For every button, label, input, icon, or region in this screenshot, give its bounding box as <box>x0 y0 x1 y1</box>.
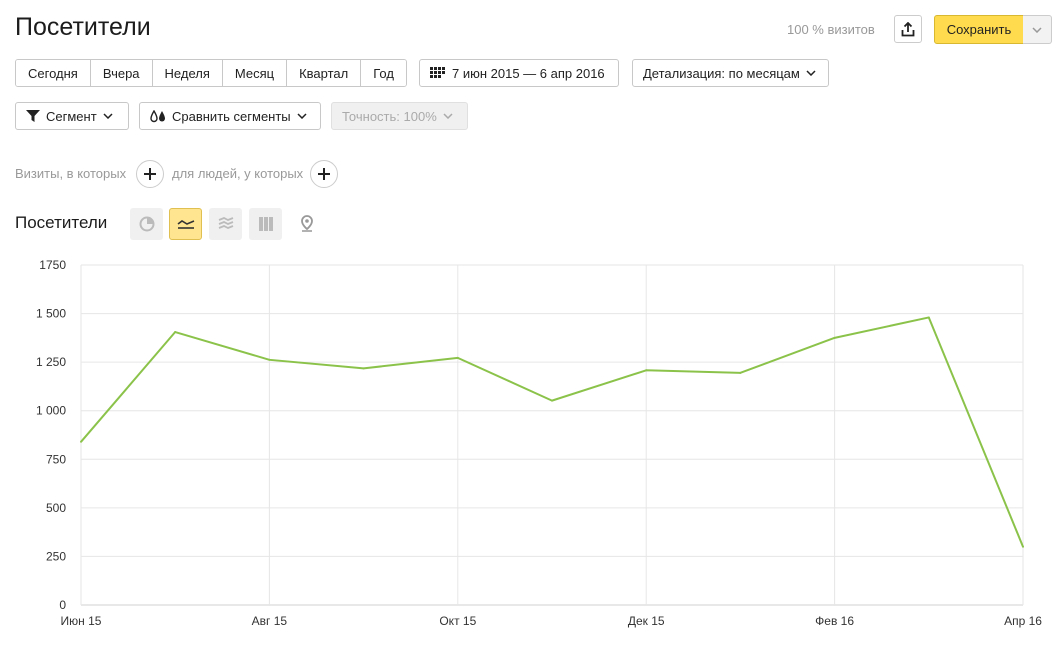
y-tick-label: 1 500 <box>36 307 66 321</box>
people-filter-label: для людей, у которых <box>172 166 304 181</box>
plus-icon <box>318 168 330 180</box>
compare-segments-dropdown[interactable]: Сравнить сегменты <box>139 102 321 130</box>
area-chart-icon <box>218 217 233 229</box>
save-options-button[interactable] <box>1023 15 1052 44</box>
accuracy-dropdown: Точность: 100% <box>331 102 468 130</box>
chevron-down-icon <box>1032 26 1042 33</box>
pie-chart-icon <box>139 216 154 232</box>
y-tick-label: 1 000 <box>36 404 66 418</box>
period-year[interactable]: Год <box>361 60 406 86</box>
data-point <box>362 367 365 370</box>
page-title: Посетители <box>15 13 151 41</box>
y-tick-label: 0 <box>59 598 66 612</box>
export-icon <box>901 21 915 36</box>
chevron-down-icon <box>297 113 307 119</box>
save-button[interactable]: Сохранить <box>934 15 1024 44</box>
y-tick-label: 750 <box>46 452 66 466</box>
map-pin-icon <box>300 215 313 232</box>
y-tick-label: 500 <box>46 501 66 515</box>
view-map-button[interactable] <box>290 208 323 240</box>
y-tick-label: 1750 <box>39 258 66 272</box>
add-visit-condition-button[interactable] <box>136 160 164 188</box>
chevron-down-icon <box>103 113 113 119</box>
y-tick-label: 250 <box>46 549 66 563</box>
data-point <box>1022 545 1024 548</box>
period-yesterday[interactable]: Вчера <box>90 60 153 86</box>
visits-percent: 100 % визитов <box>787 22 875 37</box>
chevron-down-icon <box>806 70 816 76</box>
period-today[interactable]: Сегодня <box>16 60 91 86</box>
data-point <box>456 356 459 359</box>
date-range-button[interactable]: 7 июн 2015 — 6 апр 2016 <box>419 59 619 87</box>
series-line <box>80 316 1024 548</box>
view-bar-button[interactable] <box>249 208 282 240</box>
period-month[interactable]: Месяц <box>222 60 288 86</box>
x-tick-label: Апр 16 <box>1004 614 1042 628</box>
add-people-condition-button[interactable] <box>310 160 338 188</box>
period-selector: Сегодня Вчера Неделя Месяц Квартал Год <box>15 59 407 87</box>
period-week[interactable]: Неделя <box>152 60 223 86</box>
x-tick-label: Июн 15 <box>61 614 102 628</box>
x-tick-label: Авг 15 <box>252 614 288 628</box>
x-tick-label: Фев 16 <box>815 614 854 628</box>
detail-dropdown[interactable]: Детализация: по месяцам <box>632 59 829 87</box>
x-tick-label: Дек 15 <box>628 614 665 628</box>
calendar-icon <box>430 67 445 78</box>
filter-icon <box>26 110 40 122</box>
compare-label: Сравнить сегменты <box>172 108 291 124</box>
segment-label: Сегмент <box>46 108 97 124</box>
export-button[interactable] <box>894 15 922 43</box>
visits-filter-label: Визиты, в которых <box>15 166 127 181</box>
view-line-button[interactable] <box>169 208 202 240</box>
data-point <box>80 440 82 443</box>
data-point <box>551 399 553 402</box>
data-point <box>174 331 177 334</box>
data-point <box>833 336 836 339</box>
accuracy-label: Точность: 100% <box>342 108 437 124</box>
detail-label: Детализация: по месяцам <box>643 65 800 81</box>
data-point <box>927 316 930 319</box>
bar-chart-icon <box>258 217 273 231</box>
drops-icon <box>150 109 165 122</box>
period-quarter[interactable]: Квартал <box>287 60 362 86</box>
line-chart-icon <box>177 220 194 229</box>
view-area-button[interactable] <box>209 208 242 240</box>
chevron-down-icon <box>443 113 453 119</box>
chart-svg: 0 250 500 750 1 000 1 250 1 500 1750 Июн 15 Авг 1… <box>36 258 1042 628</box>
y-tick-label: 1 250 <box>36 355 66 369</box>
plus-icon <box>144 168 156 180</box>
segment-dropdown[interactable]: Сегмент <box>15 102 129 130</box>
x-tick-label: Окт 15 <box>439 614 476 628</box>
data-point <box>645 369 648 372</box>
date-range-label: 7 июн 2015 — 6 апр 2016 <box>452 65 605 81</box>
data-point <box>268 358 271 361</box>
view-pie-button[interactable] <box>130 208 163 240</box>
data-point <box>739 371 742 374</box>
visitors-line-chart: 0 250 500 750 1 000 1 250 1 500 1750 Июн 15 Авг 1… <box>0 255 1060 635</box>
chart-section-title: Посетители <box>15 213 108 232</box>
